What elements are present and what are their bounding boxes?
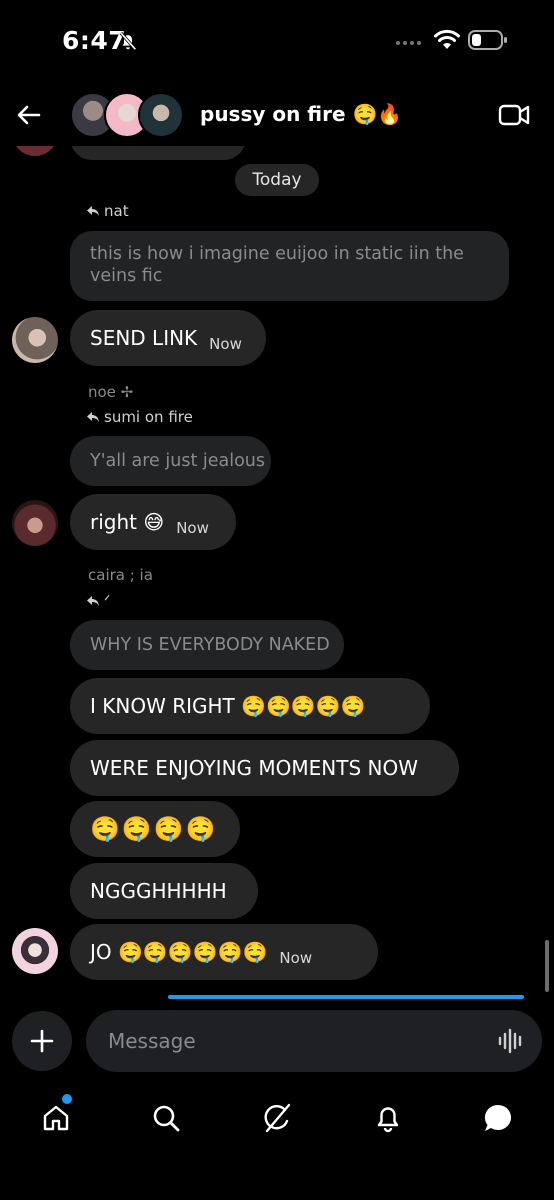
add-attachment-button[interactable] <box>12 1011 72 1071</box>
reply-indicator: ᐟ <box>86 592 110 610</box>
avatar[interactable] <box>12 317 58 363</box>
bell-off-icon <box>119 31 137 51</box>
message-input[interactable] <box>86 1010 542 1072</box>
message-text: right 😅 <box>90 510 165 534</box>
message-bubble[interactable] <box>70 146 246 160</box>
message-bubble[interactable]: NGGGHHHHH <box>70 863 258 919</box>
avatar[interactable] <box>12 500 58 546</box>
message-text: SEND LINK <box>90 326 198 350</box>
reply-indicator: nat <box>86 202 129 220</box>
group-title[interactable]: pussy on fire 🤤🔥 <box>200 102 402 126</box>
tab-home[interactable] <box>36 1098 76 1138</box>
grok-icon <box>264 1103 291 1133</box>
chat-bubble-icon <box>484 1104 512 1131</box>
message-text: NGGGHHHHH <box>90 879 227 903</box>
message-bubble[interactable]: WERE ENJOYING MOMENTS NOW <box>70 740 459 796</box>
message-bubble[interactable]: SEND LINK Now <box>70 310 266 366</box>
quoted-message[interactable]: Y'all are just jealous <box>70 436 271 486</box>
avatar[interactable] <box>12 928 58 974</box>
chat-header: pussy on fire 🤤🔥 <box>0 84 554 146</box>
reply-indicator: sumi on fire <box>86 408 193 426</box>
battery-icon <box>468 30 507 50</box>
message-text: I KNOW RIGHT 🤤🤤🤤🤤🤤 <box>90 694 366 718</box>
message-text: JO 🤤🤤🤤🤤🤤🤤 <box>90 940 268 964</box>
sender-name: noe ✢ <box>88 383 134 401</box>
tab-notifications[interactable] <box>368 1098 408 1138</box>
scrollbar-thumb[interactable] <box>545 940 549 992</box>
notification-dot <box>62 1094 72 1104</box>
message-bubble[interactable]: right 😅 Now <box>70 494 236 550</box>
avatar <box>12 146 58 156</box>
new-message-indicator <box>168 995 524 999</box>
voice-message-icon[interactable] <box>497 1027 525 1055</box>
message-time: Now <box>176 519 209 537</box>
reply-to-name: ᐟ <box>104 592 111 610</box>
message-text: WERE ENJOYING MOMENTS NOW <box>90 756 418 780</box>
status-bar: 6:47 <box>0 0 554 84</box>
message-bubble[interactable]: I KNOW RIGHT 🤤🤤🤤🤤🤤 <box>70 678 430 734</box>
tab-search[interactable] <box>146 1098 186 1138</box>
quoted-text: this is how i imagine euijoo in static i… <box>90 244 464 286</box>
reply-icon <box>87 412 99 422</box>
sender-name: caira ; ia <box>88 566 153 584</box>
reply-icon <box>87 206 99 216</box>
back-arrow-icon[interactable] <box>14 100 44 130</box>
cellular-signal-icon <box>396 41 421 45</box>
reply-icon <box>87 596 99 606</box>
group-avatars[interactable] <box>70 92 186 138</box>
quoted-message[interactable]: this is how i imagine euijoo in static i… <box>70 231 509 301</box>
wifi-icon <box>434 29 460 49</box>
avatar <box>138 92 184 138</box>
tab-grok[interactable] <box>257 1098 297 1138</box>
message-list[interactable]: Today nat this is how i imagine euijoo i… <box>0 146 554 1000</box>
message-time: Now <box>209 335 242 353</box>
video-call-icon[interactable] <box>498 102 530 128</box>
quoted-text: Y'all are just jealous <box>90 451 265 471</box>
bell-icon <box>377 1107 399 1133</box>
plus-icon <box>30 1029 54 1053</box>
bottom-tab-bar <box>0 1090 554 1150</box>
quoted-text: WHY IS EVERYBODY NAKED <box>90 635 330 655</box>
reply-to-name: sumi on fire <box>104 408 193 426</box>
tab-messages[interactable] <box>478 1098 518 1138</box>
reply-to-name: nat <box>104 202 129 220</box>
message-bubble[interactable]: 🤤🤤🤤🤤 <box>70 801 240 857</box>
message-time: Now <box>279 949 313 967</box>
quoted-message[interactable]: WHY IS EVERYBODY NAKED <box>70 620 344 670</box>
date-divider: Today <box>235 164 319 196</box>
message-text: 🤤🤤🤤🤤 <box>90 815 218 843</box>
search-icon <box>153 1105 180 1132</box>
home-icon <box>43 1105 69 1131</box>
message-bubble[interactable]: JO 🤤🤤🤤🤤🤤🤤 Now <box>70 924 378 980</box>
